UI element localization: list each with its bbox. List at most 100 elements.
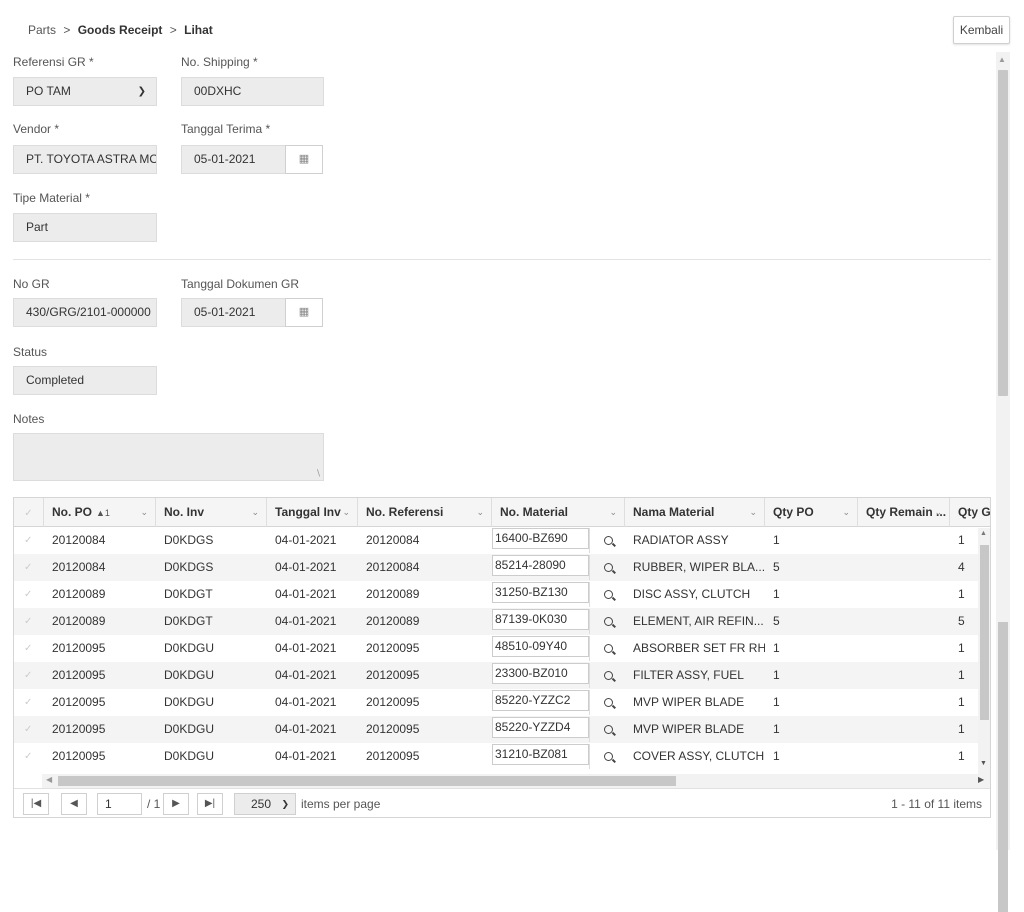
tipe-material-label: Tipe Material * bbox=[13, 191, 90, 205]
page-scrollbar-thumb-lower[interactable] bbox=[998, 622, 1008, 912]
tanggal-terima-value[interactable]: 05-01-2021 bbox=[181, 145, 285, 174]
column-qty-remain[interactable]: Qty Remain ... ⌄ bbox=[858, 498, 950, 527]
material-input[interactable]: 48510-09Y40 bbox=[492, 636, 589, 657]
back-button[interactable]: Kembali bbox=[953, 16, 1010, 44]
material-input[interactable]: 85214-28090 bbox=[492, 555, 589, 576]
scroll-up-icon[interactable]: ▲ bbox=[980, 530, 987, 537]
breadcrumb-root[interactable]: Parts bbox=[28, 23, 56, 37]
cell-nama-material: MVP WIPER BLADE bbox=[633, 695, 745, 709]
scroll-up-icon[interactable]: ▲ bbox=[998, 55, 1006, 64]
calendar-icon[interactable]: ▦ bbox=[285, 145, 323, 174]
scroll-down-icon[interactable]: ▼ bbox=[980, 760, 987, 767]
cell-qty-po: 1 bbox=[773, 722, 780, 736]
grid-scroll-thumb[interactable] bbox=[980, 545, 989, 720]
table-row[interactable]: ✓ 20120095 D0KDGU 04-01-2021 20120095 85220-Y… bbox=[14, 716, 990, 743]
material-input[interactable]: 85220-YZZC2 bbox=[492, 690, 589, 711]
chevron-down-icon[interactable]: ⌄ bbox=[342, 498, 350, 526]
row-checkbox[interactable]: ✓ bbox=[14, 689, 44, 716]
cell-tanggal-inv: 04-01-2021 bbox=[275, 533, 337, 547]
table-row[interactable]: ✓ 20120095 D0KDGU 04-01-2021 20120095 48510-0… bbox=[14, 635, 990, 662]
no-shipping-field[interactable]: 00DXHC bbox=[181, 77, 324, 106]
row-checkbox[interactable]: ✓ bbox=[14, 608, 44, 635]
row-checkbox[interactable]: ✓ bbox=[14, 527, 44, 554]
page-size-select[interactable]: 250 ❯ bbox=[234, 793, 296, 815]
search-button[interactable] bbox=[589, 663, 626, 688]
table-row[interactable]: ✓ 20120095 D0KDGU 04-01-2021 20120095 85220-Y… bbox=[14, 689, 990, 716]
material-input[interactable]: 31210-BZ081 bbox=[492, 744, 589, 765]
next-page-icon[interactable]: ▶ bbox=[163, 793, 189, 815]
notes-textarea[interactable]: ∖ bbox=[13, 433, 324, 481]
row-checkbox[interactable]: ✓ bbox=[14, 581, 44, 608]
chevron-down-icon[interactable]: ⌄ bbox=[934, 498, 942, 526]
select-all-checkbox[interactable]: ✓ bbox=[14, 498, 44, 527]
first-page-icon[interactable]: |◀ bbox=[23, 793, 49, 815]
tanggal-dokumen-gr-value[interactable]: 05-01-2021 bbox=[181, 298, 285, 327]
table-row[interactable]: ✓ 20120095 D0KDGU 04-01-2021 20120095 23300-B… bbox=[14, 662, 990, 689]
cell-no-po: 20120084 bbox=[52, 560, 106, 574]
search-button[interactable] bbox=[589, 744, 626, 769]
grid-hscroll-thumb[interactable] bbox=[58, 776, 676, 786]
search-button[interactable] bbox=[589, 609, 626, 634]
scroll-right-icon[interactable]: ▶ bbox=[978, 775, 984, 784]
table-row[interactable]: ✓ 20120089 D0KDGT 04-01-2021 20120089 31250-B… bbox=[14, 581, 990, 608]
table-row[interactable]: ✓ 20120089 D0KDGT 04-01-2021 20120089 87139-0… bbox=[14, 608, 990, 635]
no-gr-field[interactable]: 430/GRG/2101-000000 bbox=[13, 298, 157, 327]
page-scrollbar[interactable]: ▲ bbox=[996, 52, 1010, 912]
status-field[interactable]: Completed bbox=[13, 366, 157, 395]
search-button[interactable] bbox=[589, 690, 626, 715]
page-number-input[interactable]: 1 bbox=[97, 793, 142, 815]
referensi-gr-select[interactable]: PO TAM ❯ bbox=[13, 77, 157, 106]
cell-qty-remain bbox=[858, 527, 950, 554]
chevron-down-icon[interactable]: ⌄ bbox=[842, 498, 850, 526]
column-qty-gr-label: Qty GR bbox=[958, 505, 991, 519]
search-icon bbox=[603, 644, 613, 653]
resize-grip-icon[interactable]: ∖ bbox=[315, 468, 321, 479]
chevron-down-icon[interactable]: ⌄ bbox=[609, 498, 617, 526]
material-input[interactable]: 16400-BZ690 bbox=[492, 528, 589, 549]
column-no-material[interactable]: No. Material ⌄ bbox=[492, 498, 625, 527]
calendar-icon[interactable]: ▦ bbox=[285, 298, 323, 327]
table-row[interactable]: ✓ 20120084 D0KDGS 04-01-2021 20120084 16400-B… bbox=[14, 527, 990, 554]
column-no-po[interactable]: No. PO ▲1 ⌄ bbox=[44, 498, 156, 527]
search-button[interactable] bbox=[589, 528, 626, 553]
last-page-icon[interactable]: ▶| bbox=[197, 793, 223, 815]
tanggal-dokumen-gr-datepicker[interactable]: 05-01-2021 ▦ bbox=[181, 298, 324, 327]
tipe-material-field[interactable]: Part bbox=[13, 213, 157, 242]
column-tanggal-inv[interactable]: Tanggal Inv ⌄ bbox=[267, 498, 358, 527]
scroll-left-icon[interactable]: ◀ bbox=[46, 775, 52, 784]
column-no-inv[interactable]: No. Inv ⌄ bbox=[156, 498, 267, 527]
search-button[interactable] bbox=[589, 555, 626, 580]
table-row[interactable]: ✓ 20120095 D0KDGU 04-01-2021 20120095 31210-B… bbox=[14, 743, 990, 770]
material-input[interactable]: 31250-BZ130 bbox=[492, 582, 589, 603]
row-checkbox[interactable]: ✓ bbox=[14, 635, 44, 662]
column-qty-po[interactable]: Qty PO ⌄ bbox=[765, 498, 858, 527]
table-row[interactable]: ✓ 20120084 D0KDGS 04-01-2021 20120084 85214-2… bbox=[14, 554, 990, 581]
search-button[interactable] bbox=[589, 582, 626, 607]
column-qty-gr[interactable]: Qty GR bbox=[950, 498, 991, 527]
row-checkbox[interactable]: ✓ bbox=[14, 716, 44, 743]
material-input[interactable]: 87139-0K030 bbox=[492, 609, 589, 630]
chevron-down-icon[interactable]: ⌄ bbox=[140, 498, 148, 526]
breadcrumb-section[interactable]: Goods Receipt bbox=[78, 23, 163, 37]
row-checkbox[interactable]: ✓ bbox=[14, 554, 44, 581]
tanggal-terima-datepicker[interactable]: 05-01-2021 ▦ bbox=[181, 145, 324, 174]
cell-no-inv: D0KDGU bbox=[164, 722, 215, 736]
cell-nama-material: ELEMENT, AIR REFIN... bbox=[633, 614, 764, 628]
search-button[interactable] bbox=[589, 717, 626, 742]
row-checkbox[interactable]: ✓ bbox=[14, 662, 44, 689]
row-checkbox[interactable]: ✓ bbox=[14, 743, 44, 770]
chevron-down-icon[interactable]: ⌄ bbox=[749, 498, 757, 526]
column-no-referensi[interactable]: No. Referensi ⌄ bbox=[358, 498, 492, 527]
grid-horizontal-scrollbar[interactable]: ◀ ▶ bbox=[42, 774, 990, 788]
chevron-down-icon[interactable]: ⌄ bbox=[476, 498, 484, 526]
search-button[interactable] bbox=[589, 636, 626, 661]
prev-page-icon[interactable]: ◀ bbox=[61, 793, 87, 815]
page-scrollbar-thumb[interactable] bbox=[998, 70, 1008, 396]
material-input[interactable]: 85220-YZZD4 bbox=[492, 717, 589, 738]
material-input[interactable]: 23300-BZ010 bbox=[492, 663, 589, 684]
chevron-down-icon[interactable]: ⌄ bbox=[251, 498, 259, 526]
sort-asc-icon[interactable]: ▲1 bbox=[96, 508, 110, 518]
grid-vertical-scrollbar[interactable]: ▲ ▼ bbox=[954, 528, 990, 774]
vendor-field[interactable]: PT. TOYOTA ASTRA MOTOR bbox=[13, 145, 157, 174]
column-nama-material[interactable]: Nama Material ⌄ bbox=[625, 498, 765, 527]
